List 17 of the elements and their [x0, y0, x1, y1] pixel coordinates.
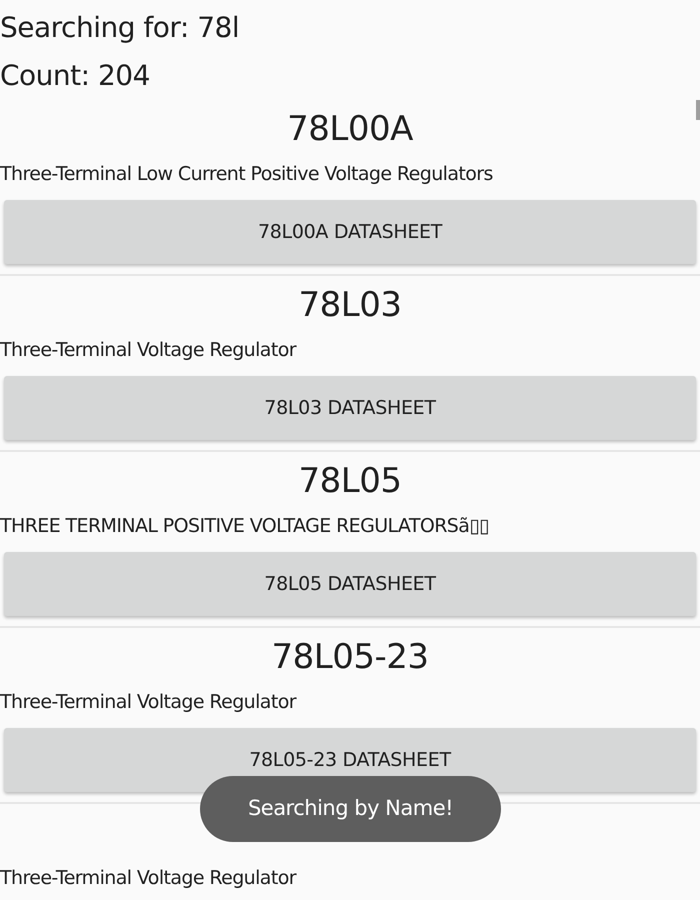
datasheet-button[interactable]: 78L00A DATASHEET [4, 200, 696, 264]
toast-message: Searching by Name! [200, 776, 501, 842]
part-description: Three-Terminal Voltage Regulator [0, 866, 296, 891]
datasheet-button[interactable]: 78L05-23 DATASHEET [4, 728, 696, 792]
part-number: 78L00A [287, 108, 413, 151]
part-description: Three-Terminal Low Current Positive Voltage Regulators [0, 162, 493, 187]
part-number: 78L03 [298, 284, 402, 327]
count-label: Count: 204 [0, 58, 150, 94]
part-number: 78L05 [298, 460, 402, 503]
part-description: THREE TERMINAL POSITIVE VOLTAGE REGULATORSã▯▯ [0, 514, 490, 539]
datasheet-button[interactable]: 78L03 DATASHEET [4, 376, 696, 440]
part-description: Three-Terminal Voltage Regulator [0, 690, 296, 715]
datasheet-button[interactable]: 78L05 DATASHEET [4, 552, 696, 616]
part-description: Three-Terminal Voltage Regulator [0, 338, 296, 363]
part-number: 78L05-23 [271, 636, 428, 679]
scrollbar-thumb [696, 100, 700, 120]
search-label: Searching for: 78l [0, 10, 240, 46]
